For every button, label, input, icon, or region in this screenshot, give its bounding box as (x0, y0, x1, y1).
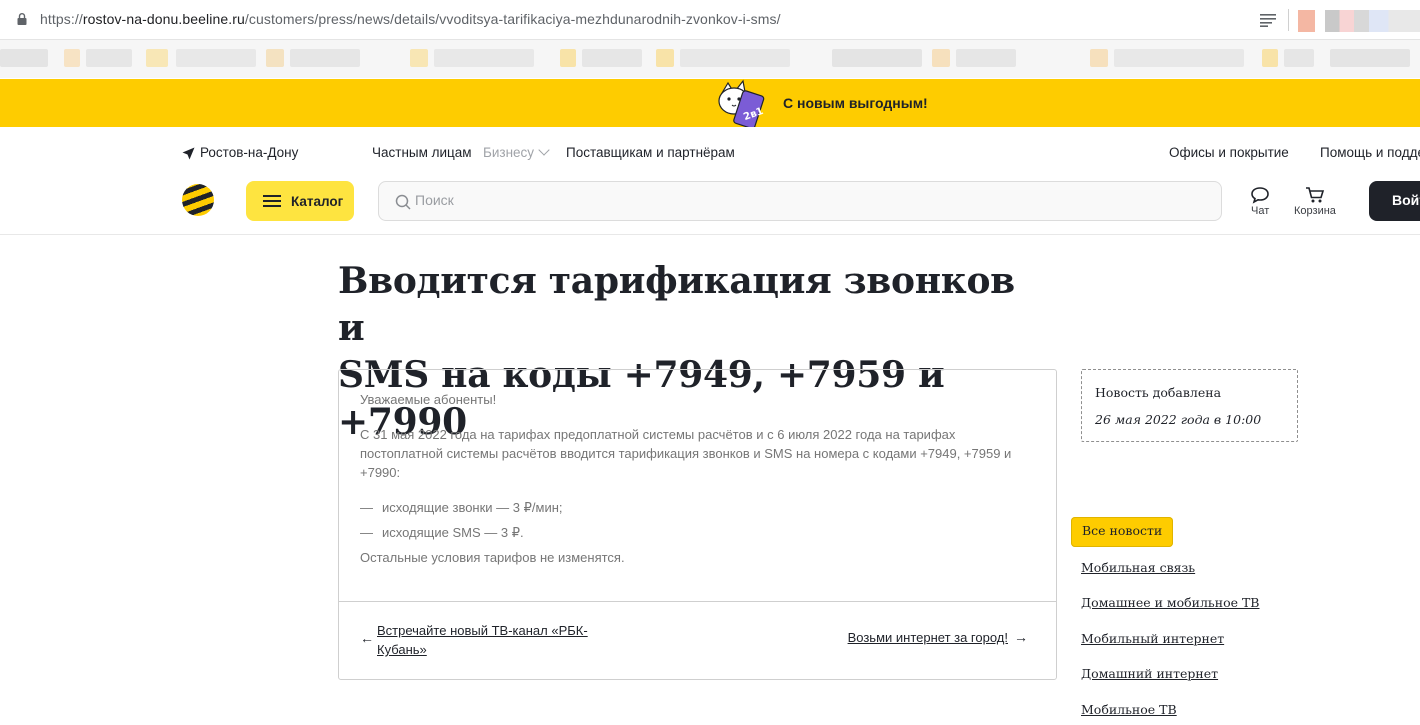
category-mobile-tv[interactable]: Мобильное ТВ (1081, 702, 1177, 717)
bookmark-item[interactable] (1090, 49, 1108, 67)
bookmark-item[interactable] (956, 49, 1016, 67)
news-date-box: Новость добавлена 26 мая 2022 года в 10:… (1081, 369, 1298, 442)
login-button[interactable]: Войт (1369, 181, 1420, 221)
next-news[interactable]: Возьми интернет за город! → (848, 629, 1028, 645)
menu-icon (263, 195, 281, 207)
search-input[interactable] (415, 192, 1195, 208)
bookmark-item[interactable] (1330, 49, 1410, 67)
article-divider (339, 601, 1056, 602)
bookmark-item[interactable] (1284, 49, 1314, 67)
nav-business[interactable]: Бизнесу (483, 144, 550, 160)
news-date-label: Новость добавлена (1095, 385, 1222, 400)
category-all-news[interactable]: Все новости (1071, 517, 1174, 547)
chevron-down-icon (538, 144, 550, 156)
cart-icon[interactable] (1305, 186, 1325, 204)
nav-private-clients[interactable]: Частным лицам (372, 145, 472, 160)
list-item-text: исходящие звонки — 3 ₽/мин; (382, 500, 563, 515)
cat-mascot-icon: 2в1 (718, 79, 765, 127)
prev-news[interactable]: ← Встречайте новый ТВ-канал «РБК-Кубань» (360, 621, 620, 659)
bookmark-item[interactable] (656, 49, 674, 67)
reader-mode-icon[interactable] (1259, 13, 1277, 27)
bookmark-item[interactable] (1114, 49, 1244, 67)
nav-partners[interactable]: Поставщикам и партнёрам (566, 145, 735, 160)
catalog-label: Каталог (291, 193, 344, 209)
list-item-text: исходящие SMS — 3 ₽. (382, 525, 524, 540)
bookmark-item[interactable] (932, 49, 950, 67)
location-arrow-icon (182, 147, 195, 160)
list-item: — исходящие SMS — 3 ₽. (360, 523, 1030, 542)
bookmark-item[interactable] (410, 49, 428, 67)
lock-icon (17, 13, 27, 25)
dash-bullet: — (360, 500, 373, 515)
catalog-button[interactable]: Каталог (246, 181, 354, 221)
url-host: rostov-na-donu.beeline.ru (82, 11, 245, 27)
bookmark-item[interactable] (64, 49, 80, 67)
toolbar-separator (1288, 9, 1289, 31)
next-news-link[interactable]: Возьми интернет за город! (848, 630, 1008, 645)
chat-icon[interactable] (1250, 186, 1270, 204)
article-card: Уважаемые абоненты! С 31 мая 2022 года н… (338, 369, 1057, 680)
prev-news-link[interactable]: Встречайте новый ТВ-канал «РБК-Кубань» (377, 621, 620, 659)
bookmark-item[interactable] (0, 49, 48, 67)
bookmark-item[interactable] (434, 49, 534, 67)
chat-label[interactable]: Чат (1251, 205, 1269, 217)
bookmark-item[interactable] (560, 49, 576, 67)
bookmark-item[interactable] (86, 49, 132, 67)
bookmark-item[interactable] (582, 49, 642, 67)
url-prefix: https:// (40, 11, 83, 27)
city-selector[interactable]: Ростов-на-Дону (200, 145, 298, 160)
arrow-left-icon: ← (360, 630, 374, 646)
category-home-internet[interactable]: Домашний интернет (1081, 666, 1218, 681)
arrow-right-icon: → (1014, 629, 1028, 645)
bookmark-item[interactable] (266, 49, 284, 67)
news-date-value: 26 мая 2022 года в 10:00 (1095, 412, 1262, 427)
article-closing: Остальные условия тарифов не изменятся. (360, 550, 625, 565)
beeline-logo[interactable] (182, 184, 214, 216)
bookmark-item[interactable] (176, 49, 256, 67)
category-mobile[interactable]: Мобильная связь (1081, 560, 1195, 575)
bookmark-item[interactable] (146, 49, 168, 67)
article-title-line-1: Вводится тарификация звонков и (338, 260, 1015, 349)
search-box[interactable] (378, 181, 1222, 221)
article-paragraph: С 31 мая 2022 года на тарифах предоплатн… (360, 427, 1012, 480)
bookmark-item[interactable] (832, 49, 922, 67)
category-mobile-internet[interactable]: Мобильный интернет (1081, 631, 1224, 646)
nav-help[interactable]: Помощь и подде (1320, 145, 1420, 160)
bookmark-item[interactable] (680, 49, 790, 67)
cart-label[interactable]: Корзина (1294, 205, 1336, 217)
article-greeting: Уважаемые абоненты! (360, 392, 497, 407)
article-body: Уважаемые абоненты! С 31 мая 2022 года н… (360, 390, 1030, 583)
bookmark-item[interactable] (290, 49, 360, 67)
bookmark-item[interactable] (1262, 49, 1278, 67)
extensions-area[interactable] (1298, 10, 1420, 32)
bookmarks-bar (0, 40, 1420, 78)
url-path: /customers/press/news/details/vvoditsya-… (244, 11, 781, 27)
promo-banner[interactable]: 2в1 С новым выгодным! (0, 79, 1420, 127)
search-icon (395, 194, 411, 210)
list-item: — исходящие звонки — 3 ₽/мин; (360, 498, 1030, 517)
dash-bullet: — (360, 525, 373, 540)
category-home-mobile-tv[interactable]: Домашнее и мобильное ТВ (1081, 595, 1260, 610)
nav-business-label: Бизнесу (483, 145, 535, 160)
promo-text: С новым выгодным! (783, 95, 928, 111)
nav-offices[interactable]: Офисы и покрытие (1169, 145, 1289, 160)
url-field[interactable]: https://rostov-na-donu.beeline.ru/custom… (40, 11, 781, 27)
browser-address-bar: https://rostov-na-donu.beeline.ru/custom… (0, 0, 1420, 40)
